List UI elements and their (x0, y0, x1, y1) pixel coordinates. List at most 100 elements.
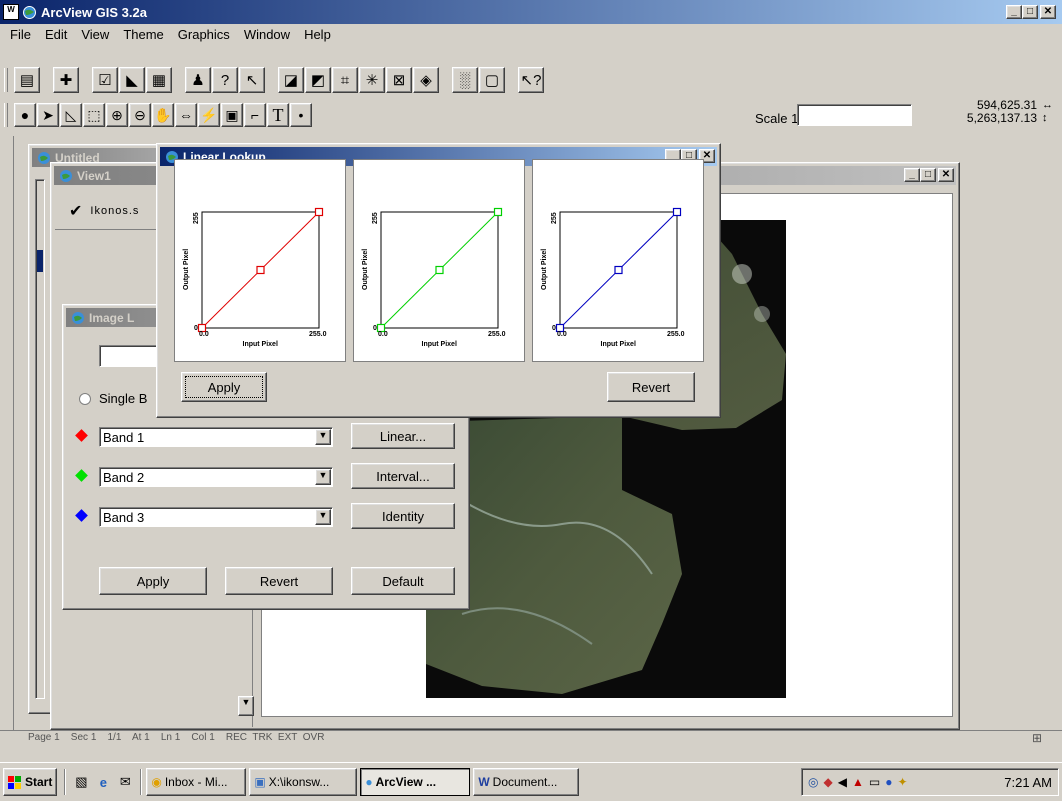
menu-help[interactable]: Help (304, 27, 331, 42)
pan-icon[interactable]: ✋ (152, 103, 174, 127)
close-button[interactable]: ✕ (938, 168, 954, 182)
task-arcview[interactable]: ● ArcView ... (360, 768, 471, 796)
tray-antivirus-icon[interactable]: ◆ (823, 775, 832, 789)
lookup-revert-button[interactable]: Revert (607, 372, 695, 402)
x-max-tick: 255.0 (309, 331, 327, 338)
identity-button[interactable]: Identity (351, 503, 455, 529)
linear-lookup-window[interactable]: Linear Lookup _ □ ✕ 0.0 255.0 0 255 Input Pi… (156, 143, 721, 418)
tray-network-icon[interactable]: ◎ (808, 775, 818, 789)
measure-icon[interactable]: ⇔ (175, 103, 197, 127)
band-select[interactable]: Band 3 ▼ (99, 507, 333, 527)
theme-properties-icon[interactable]: ☑ (92, 67, 118, 93)
y-min-tick: 0 (552, 325, 556, 332)
task-inbox[interactable]: ◉ Inbox - Mi... (146, 768, 247, 796)
hotlink-icon[interactable]: ⚡ (198, 103, 220, 127)
zoom-active-themes-icon[interactable]: ◩ (305, 67, 331, 93)
internet-explorer-icon[interactable]: e (92, 775, 114, 790)
control-point-handle (256, 265, 265, 275)
system-menu-icon[interactable]: W (3, 4, 19, 20)
select-feature-icon[interactable]: ⬚ (83, 103, 105, 127)
add-theme-icon[interactable]: ✚ (53, 67, 79, 93)
maximize-button[interactable]: □ (1022, 5, 1038, 19)
edit-legend-icon[interactable]: ◣ (119, 67, 145, 93)
start-button[interactable]: Start (3, 768, 58, 796)
scale-input[interactable] (797, 104, 912, 126)
band-select-value: Band 2 (103, 469, 145, 485)
label-icon[interactable]: ⌐ (244, 103, 266, 127)
zoom-out-icon[interactable]: ⊖ (129, 103, 151, 127)
taskbar: Start ▧ e ✉ ◉ Inbox - Mi... ▣ X:\ikonsw.… (0, 762, 1062, 801)
app-title-bar[interactable]: W ArcView GIS 3.2a _ □ ✕ (0, 0, 1062, 24)
menu-file[interactable]: File (10, 27, 31, 42)
lookup-chart-panel[interactable]: 0.0 255.0 0 255 Input Pixel Output Pixel (532, 159, 704, 362)
lookup-chart-panel[interactable]: 0.0 255.0 0 255 Input Pixel Output Pixel (353, 159, 525, 362)
task-document[interactable]: W Document... (473, 768, 580, 796)
tray-acrobat-icon[interactable]: ▲ (852, 775, 864, 789)
menu-window[interactable]: Window (244, 27, 290, 42)
zoom-full-extent-icon[interactable]: ◪ (278, 67, 304, 93)
toc-scroll-down-icon[interactable]: ▼ (238, 696, 254, 716)
draw-point-icon[interactable]: • (290, 103, 312, 127)
zoom-selected-icon[interactable]: ⌗ (332, 67, 358, 93)
dropdown-arrow-icon[interactable]: ▼ (315, 429, 331, 445)
show-desktop-icon[interactable]: ▧ (70, 774, 92, 790)
minimize-button[interactable]: _ (1006, 5, 1022, 19)
identify-icon[interactable]: ● (14, 103, 36, 127)
coord-arrows-icon: ↔ ↕ (1042, 99, 1053, 124)
interval-button[interactable]: Interval... (351, 463, 455, 489)
windows-logo-icon (8, 775, 21, 789)
band-select-value: Band 3 (103, 509, 145, 525)
band-select[interactable]: Band 2 ▼ (99, 467, 333, 487)
vertex-edit-icon[interactable]: ◺ (60, 103, 82, 127)
close-button[interactable]: ✕ (1040, 5, 1056, 19)
legend-default-button[interactable]: Default (351, 567, 455, 595)
outlook-quick-launch-icon[interactable]: ✉ (114, 774, 136, 790)
dropdown-arrow-icon[interactable]: ▼ (315, 469, 331, 485)
clear-selection-icon[interactable]: ▢ (479, 67, 505, 93)
menu-theme[interactable]: Theme (123, 27, 163, 42)
cursor-coordinates: 594,625.31 5,263,137.13 (955, 99, 1037, 125)
minimize-button[interactable]: _ (904, 168, 920, 182)
zoom-previous-icon[interactable]: ◈ (413, 67, 439, 93)
menu-edit[interactable]: Edit (45, 27, 67, 42)
tray-volume-icon[interactable]: ◀ (838, 775, 847, 789)
locate-address-icon[interactable]: ? (212, 67, 238, 93)
lookup-chart[interactable]: 0.0 255.0 0 255 Input Pixel Output Pixel (175, 160, 347, 363)
select-features-icon[interactable]: ░ (452, 67, 478, 93)
tray-printer-icon[interactable]: ▭ (869, 775, 880, 789)
theme-visible-checkbox[interactable]: ✔ (69, 201, 82, 221)
y-max-tick: 255 (551, 212, 558, 224)
lookup-chart[interactable]: 0.0 255.0 0 255 Input Pixel Output Pixel (354, 160, 526, 363)
lookup-chart-panel[interactable]: 0.0 255.0 0 255 Input Pixel Output Pixel (174, 159, 346, 362)
single-band-radio[interactable] (79, 392, 91, 405)
find-icon[interactable]: ♟ (185, 67, 211, 93)
dropdown-arrow-icon[interactable]: ▼ (315, 509, 331, 525)
system-tray: ◎ ◆ ◀ ▲ ▭ ● ✦ 7:21 AM (801, 768, 1059, 796)
zoom-in-icon[interactable]: ⊕ (106, 103, 128, 127)
legend-revert-button[interactable]: Revert (225, 567, 333, 595)
maximize-button[interactable]: □ (920, 168, 936, 182)
text-tool-icon[interactable]: T (267, 103, 289, 127)
zoom-in-fixed-icon[interactable]: ✳ (359, 67, 385, 93)
pointer-icon[interactable]: ➤ (37, 103, 59, 127)
tray-update-icon[interactable]: ✦ (897, 775, 907, 789)
save-project-icon[interactable]: ▤ (14, 67, 40, 93)
query-builder-icon[interactable]: ↖ (239, 67, 265, 93)
open-table-icon[interactable]: ▦ (146, 67, 172, 93)
linear-button[interactable]: Linear... (351, 423, 455, 449)
tray-messenger-icon[interactable]: ● (885, 775, 892, 789)
help-pointer-icon[interactable]: ↖? (518, 67, 544, 93)
toolbar-grip[interactable] (4, 68, 8, 92)
area-of-interest-icon[interactable]: ▣ (221, 103, 243, 127)
single-band-option[interactable]: Single B (79, 391, 147, 406)
legend-apply-button[interactable]: Apply (99, 567, 207, 595)
theme-entry[interactable]: ✔ Ikonos.s (69, 201, 139, 221)
band-select[interactable]: Band 1 ▼ (99, 427, 333, 447)
lookup-chart[interactable]: 0.0 255.0 0 255 Input Pixel Output Pixel (533, 160, 705, 363)
lookup-apply-button[interactable]: Apply (181, 372, 267, 402)
menu-graphics[interactable]: Graphics (178, 27, 230, 42)
zoom-out-fixed-icon[interactable]: ⊠ (386, 67, 412, 93)
task-explorer[interactable]: ▣ X:\ikonsw... (249, 768, 358, 796)
toolbar-grip[interactable] (4, 103, 8, 127)
menu-view[interactable]: View (81, 27, 109, 42)
